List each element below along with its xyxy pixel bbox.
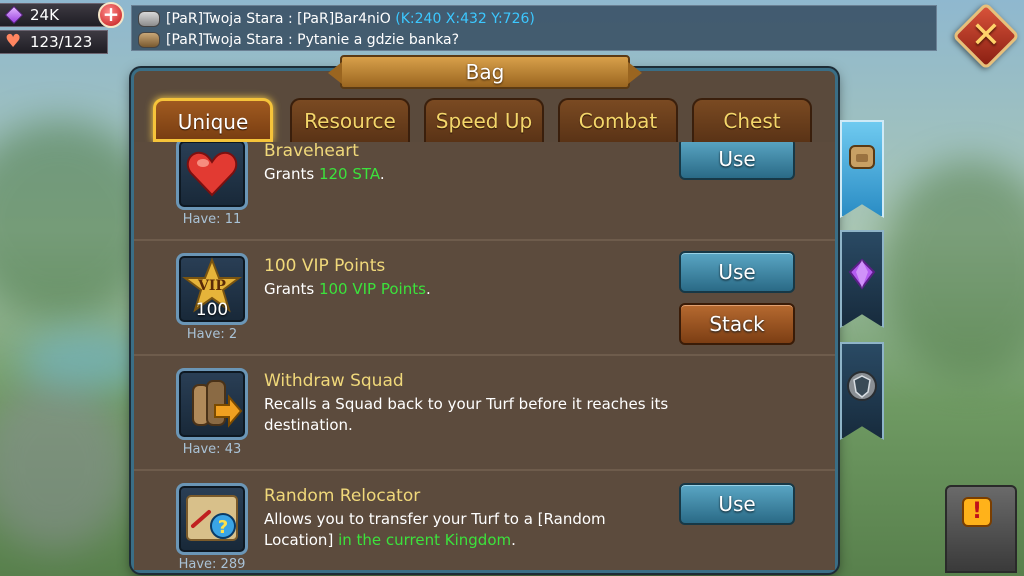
guild-chat-icon (138, 32, 160, 48)
vip-points-item-icon: VIP 100 (176, 253, 248, 325)
chat-coordinates-link[interactable]: (K:240 X:432 Y:726) (395, 11, 535, 27)
health-value: 123/123 (30, 33, 93, 51)
list-item: VIP 100 Have: 2 100 VIP Points Grants 10… (134, 241, 835, 356)
description-text: Grants (264, 280, 319, 298)
tab-unique[interactable]: Unique (153, 98, 273, 142)
panel-title: Bag (328, 55, 642, 89)
item-list[interactable]: Have: 11 Braveheart Grants 120 STA. Use … (134, 142, 835, 570)
chat-line: [PaR]Twoja Stara : Pytanie a gdzie banka… (166, 30, 459, 50)
braveheart-item-icon (176, 142, 248, 210)
use-button[interactable]: Use (679, 142, 795, 180)
close-icon[interactable]: ✕ (962, 12, 1010, 60)
list-item: Have: 43 Withdraw Squad Recalls a Squad … (134, 356, 835, 471)
withdraw-squad-item-icon (176, 368, 248, 440)
description-text: . (511, 531, 516, 549)
item-description: Allows you to transfer your Turf to a [R… (264, 509, 674, 551)
backpack-icon (846, 140, 878, 172)
background-tree (880, 160, 1024, 380)
svg-text:?: ? (218, 517, 228, 538)
vip-label: VIP (198, 278, 226, 294)
description-highlight: in the current Kingdom (338, 531, 512, 549)
heart-icon: ♥ (5, 31, 22, 52)
chat-sender: [PaR]Twoja Stara : (166, 32, 293, 48)
tab-resource[interactable]: Resource (290, 98, 410, 142)
item-name: 100 VIP Points (264, 256, 386, 276)
chat-sender: [PaR]Twoja Stara : (166, 11, 293, 27)
use-button[interactable]: Use (679, 483, 795, 525)
chat-line: [PaR]Twoja Stara : [PaR]Bar4niO (K:240 X… (166, 9, 535, 29)
background-building (0, 380, 130, 550)
item-name: Braveheart (264, 142, 359, 161)
item-name: Random Relocator (264, 486, 421, 506)
stack-button[interactable]: Stack (679, 303, 795, 345)
item-description: Grants 100 VIP Points. (264, 279, 674, 300)
add-gems-button[interactable]: + (98, 2, 124, 28)
list-item: ? Have: 289 Random Relocator Allows you … (134, 471, 835, 570)
description-highlight: 120 STA (318, 165, 380, 183)
gems-value: 24K (30, 6, 59, 24)
chat-box[interactable]: [PaR]Twoja Stara : [PaR]Bar4niO (K:240 X… (131, 5, 937, 51)
plus-icon: + (102, 2, 120, 26)
chat-message: Pytanie a gdzie banka? (297, 32, 460, 48)
random-relocator-item-icon: ? (176, 483, 248, 555)
item-description: Grants 120 STA. (264, 164, 674, 185)
item-quantity: Have: 2 (186, 327, 238, 342)
description-text: Grants (264, 165, 319, 183)
item-quantity: Have: 289 (178, 557, 246, 570)
list-item: Have: 11 Braveheart Grants 120 STA. Use (134, 142, 835, 241)
item-description: Recalls a Squad back to your Turf before… (264, 395, 669, 434)
use-button[interactable]: Use (679, 251, 795, 293)
tab-combat[interactable]: Combat (558, 98, 678, 142)
health-counter: ♥ 123/123 (0, 30, 108, 54)
description-highlight: 100 VIP Points (318, 280, 426, 298)
vip-amount: 100 (195, 300, 229, 320)
description-text: . (379, 165, 385, 183)
tab-speed-up[interactable]: Speed Up (424, 98, 544, 142)
tab-chest[interactable]: Chest (692, 98, 812, 142)
chat-message: [PaR]Bar4niO (297, 11, 391, 27)
shield-icon (846, 370, 878, 402)
item-quantity: Have: 43 (182, 442, 242, 457)
gem-icon (846, 258, 878, 290)
description-text: . (425, 280, 431, 298)
chat-bubble-icon (138, 11, 160, 27)
item-quantity: Have: 11 (182, 212, 242, 227)
gems-counter: 24K (0, 3, 108, 27)
gem-icon (4, 5, 24, 25)
alert-icon: ! (962, 497, 992, 527)
item-name: Withdraw Squad (264, 371, 404, 391)
